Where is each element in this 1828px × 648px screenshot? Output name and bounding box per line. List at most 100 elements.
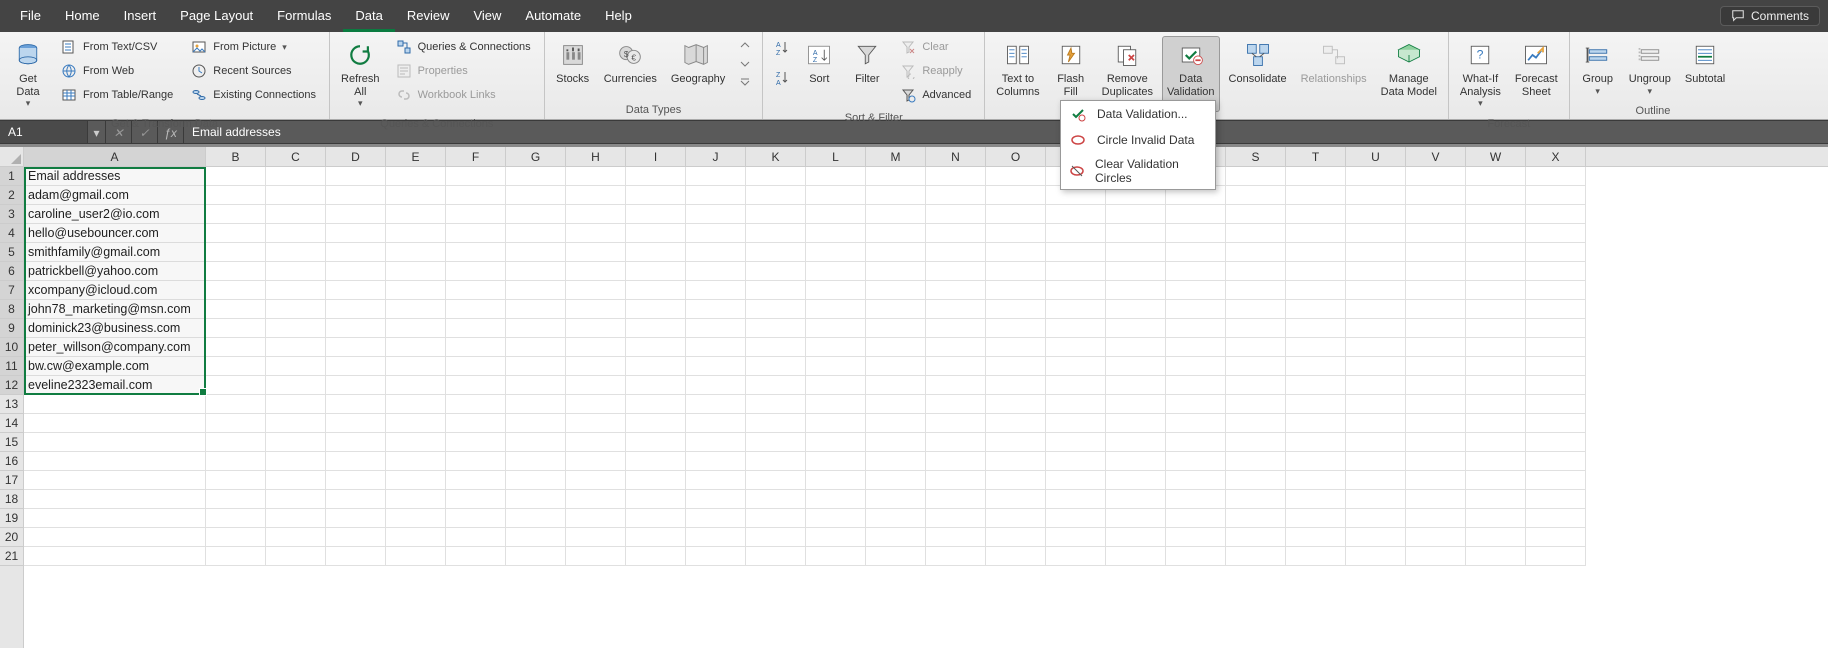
cell[interactable] <box>566 243 626 262</box>
cell[interactable] <box>746 452 806 471</box>
cell[interactable] <box>626 281 686 300</box>
row-header[interactable]: 2 <box>0 186 23 205</box>
cell[interactable] <box>1406 300 1466 319</box>
cell[interactable] <box>566 300 626 319</box>
cell[interactable] <box>806 281 866 300</box>
cell[interactable] <box>1286 471 1346 490</box>
cell[interactable] <box>266 167 326 186</box>
cell[interactable] <box>686 376 746 395</box>
row-header[interactable]: 5 <box>0 243 23 262</box>
cell[interactable] <box>1106 205 1166 224</box>
cell[interactable] <box>446 224 506 243</box>
cell[interactable] <box>926 490 986 509</box>
cell[interactable] <box>986 376 1046 395</box>
tab-help[interactable]: Help <box>593 0 644 32</box>
cell[interactable] <box>1526 414 1586 433</box>
cell[interactable] <box>386 509 446 528</box>
cell[interactable] <box>1526 262 1586 281</box>
sort-asc-button[interactable]: AZ <box>769 36 793 60</box>
cell[interactable] <box>266 186 326 205</box>
text-to-columns-button[interactable]: Text to Columns <box>991 36 1044 101</box>
cell[interactable] <box>1526 224 1586 243</box>
cell[interactable] <box>1466 186 1526 205</box>
cell[interactable] <box>1226 509 1286 528</box>
cells-area[interactable]: Email addressesadam@gmail.comcaroline_us… <box>24 167 1828 648</box>
cell[interactable] <box>1286 281 1346 300</box>
cell[interactable] <box>1466 167 1526 186</box>
cell[interactable] <box>1526 167 1586 186</box>
cell[interactable] <box>206 357 266 376</box>
cell[interactable] <box>1406 452 1466 471</box>
dropdown-data-validation[interactable]: Data Validation... <box>1061 101 1215 127</box>
cell[interactable] <box>24 490 206 509</box>
cell[interactable] <box>986 509 1046 528</box>
cell[interactable] <box>1526 243 1586 262</box>
cell[interactable] <box>1406 395 1466 414</box>
row-header[interactable]: 9 <box>0 319 23 338</box>
cell[interactable] <box>506 167 566 186</box>
cell[interactable] <box>866 281 926 300</box>
cell[interactable] <box>1226 300 1286 319</box>
cell[interactable] <box>1466 547 1526 566</box>
cell[interactable] <box>866 471 926 490</box>
cell[interactable] <box>1466 357 1526 376</box>
cell[interactable] <box>506 376 566 395</box>
cell[interactable] <box>866 395 926 414</box>
row-header[interactable]: 8 <box>0 300 23 319</box>
cell[interactable] <box>866 452 926 471</box>
cell[interactable] <box>386 528 446 547</box>
cell[interactable] <box>386 262 446 281</box>
cell[interactable] <box>626 243 686 262</box>
cell[interactable] <box>206 338 266 357</box>
cell[interactable] <box>986 490 1046 509</box>
cell[interactable] <box>326 452 386 471</box>
cell[interactable] <box>1346 243 1406 262</box>
cell[interactable] <box>926 414 986 433</box>
cell[interactable] <box>326 414 386 433</box>
cell[interactable] <box>1046 205 1106 224</box>
cell[interactable] <box>1286 490 1346 509</box>
cell[interactable] <box>506 433 566 452</box>
cell[interactable] <box>1406 414 1466 433</box>
column-header[interactable]: W <box>1466 147 1526 166</box>
cell[interactable] <box>1346 167 1406 186</box>
cell[interactable] <box>806 300 866 319</box>
cell[interactable] <box>926 547 986 566</box>
cell[interactable] <box>1226 528 1286 547</box>
data-types-more[interactable] <box>736 76 754 90</box>
cell[interactable] <box>1286 528 1346 547</box>
cell[interactable] <box>626 433 686 452</box>
cell[interactable] <box>806 547 866 566</box>
cell[interactable] <box>506 490 566 509</box>
cell[interactable]: john78_marketing@msn.com <box>24 300 206 319</box>
row-header[interactable]: 18 <box>0 490 23 509</box>
cell[interactable]: peter_willson@company.com <box>24 338 206 357</box>
cell[interactable] <box>626 509 686 528</box>
cell[interactable] <box>266 509 326 528</box>
cell[interactable] <box>1466 433 1526 452</box>
cell[interactable] <box>1526 338 1586 357</box>
cell[interactable] <box>986 547 1046 566</box>
cell[interactable] <box>986 281 1046 300</box>
column-header[interactable]: U <box>1346 147 1406 166</box>
cell[interactable]: adam@gmail.com <box>24 186 206 205</box>
cell[interactable] <box>626 528 686 547</box>
data-types-scroll-down[interactable] <box>736 57 754 71</box>
cell[interactable] <box>866 186 926 205</box>
cell[interactable] <box>1286 319 1346 338</box>
column-header[interactable]: V <box>1406 147 1466 166</box>
cell[interactable] <box>24 414 206 433</box>
cell[interactable] <box>506 452 566 471</box>
cell[interactable] <box>1346 281 1406 300</box>
cell[interactable] <box>1226 281 1286 300</box>
tab-file[interactable]: File <box>8 0 53 32</box>
cell[interactable] <box>1286 376 1346 395</box>
cell[interactable] <box>1526 395 1586 414</box>
cell[interactable] <box>806 167 866 186</box>
cell[interactable] <box>986 167 1046 186</box>
cell[interactable] <box>446 452 506 471</box>
row-header[interactable]: 1 <box>0 167 23 186</box>
cell[interactable] <box>1406 205 1466 224</box>
cell[interactable] <box>446 547 506 566</box>
cell[interactable] <box>926 319 986 338</box>
